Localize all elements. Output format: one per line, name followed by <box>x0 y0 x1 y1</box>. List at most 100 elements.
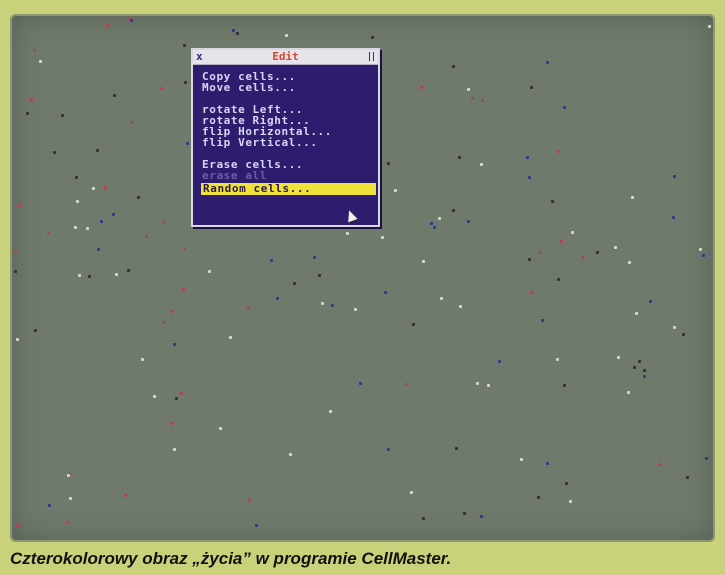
life-cell <box>145 235 148 238</box>
resize-handle-icon[interactable] <box>369 52 374 61</box>
life-cell <box>530 86 533 89</box>
life-cell <box>88 275 91 278</box>
life-cell <box>673 326 676 329</box>
life-cell <box>556 358 559 361</box>
life-cell <box>471 97 474 100</box>
monitor-screen: x Edit Copy cells... Move cells... rotat… <box>10 14 715 542</box>
life-cell <box>635 312 638 315</box>
life-cell <box>137 196 140 199</box>
life-cell <box>354 308 357 311</box>
life-cell <box>96 149 99 152</box>
life-cell <box>97 248 100 251</box>
life-cell <box>289 453 292 456</box>
life-cell <box>131 121 134 124</box>
life-cell <box>173 343 176 346</box>
life-cell <box>173 448 176 451</box>
life-cell <box>16 524 19 527</box>
life-cell <box>699 248 702 251</box>
life-cell <box>563 384 566 387</box>
life-cell <box>381 236 384 239</box>
life-cell <box>14 251 17 254</box>
life-cell <box>384 291 387 294</box>
life-cell <box>112 213 115 216</box>
menu-item-list: Copy cells... Move cells... rotate Left.… <box>193 65 378 195</box>
life-cell <box>86 227 89 230</box>
life-cell <box>153 395 156 398</box>
life-cell <box>104 186 107 189</box>
menu-titlebar[interactable]: x Edit <box>193 50 378 65</box>
life-cell <box>30 98 33 101</box>
life-cell <box>526 156 529 159</box>
life-cell <box>539 251 542 254</box>
life-cell <box>708 25 711 28</box>
life-cell <box>329 410 332 413</box>
life-cell <box>480 163 483 166</box>
life-cell <box>627 391 630 394</box>
caption-bar: Czterokolorowy obraz „życia” w programie… <box>0 542 725 575</box>
life-cell <box>321 302 324 305</box>
life-cell <box>69 497 72 500</box>
life-cell <box>569 500 572 503</box>
life-cell <box>293 282 296 285</box>
life-cell <box>67 474 70 477</box>
menu-item-move-cells[interactable]: Move cells... <box>193 82 378 93</box>
life-cell <box>565 482 568 485</box>
life-cell <box>183 44 186 47</box>
life-cell <box>182 288 185 291</box>
life-cell <box>546 462 549 465</box>
life-cell <box>673 175 676 178</box>
life-cell <box>106 24 109 27</box>
life-cell <box>530 291 533 294</box>
life-cell <box>581 256 584 259</box>
life-cell <box>14 270 17 273</box>
life-cell <box>76 200 79 203</box>
life-cell <box>248 499 251 502</box>
life-cell <box>141 358 144 361</box>
life-cell <box>458 156 461 159</box>
life-cell <box>232 29 235 32</box>
life-cell <box>682 333 685 336</box>
life-cell <box>705 457 708 460</box>
life-cell <box>318 274 321 277</box>
life-cell <box>163 321 166 324</box>
life-cell <box>430 222 433 225</box>
life-cell <box>557 278 560 281</box>
life-cell <box>180 392 183 395</box>
figure-caption: Czterokolorowy obraz „życia” w programie… <box>10 549 452 568</box>
menu-item-erase-all: erase all <box>202 169 268 182</box>
life-cell <box>412 323 415 326</box>
menu-item-random-cells[interactable]: Random cells... <box>201 183 376 195</box>
life-cell <box>422 260 425 263</box>
life-cell <box>528 258 531 261</box>
life-cell <box>643 375 646 378</box>
life-cell <box>387 448 390 451</box>
life-cell <box>160 87 163 90</box>
life-cell <box>113 94 116 97</box>
life-cell <box>255 524 258 527</box>
life-cell <box>285 34 288 37</box>
life-cell <box>124 494 127 497</box>
life-cell <box>433 226 436 229</box>
life-cell <box>643 369 646 372</box>
life-cell <box>171 310 174 313</box>
life-cell <box>276 297 279 300</box>
life-cell <box>92 187 95 190</box>
life-cell <box>649 300 652 303</box>
edit-menu-window: x Edit Copy cells... Move cells... rotat… <box>191 48 380 227</box>
life-cell <box>702 254 705 257</box>
life-cell <box>394 189 397 192</box>
life-cell <box>541 319 544 322</box>
life-cell <box>455 447 458 450</box>
menu-item-flip-vertical[interactable]: flip Vertical... <box>193 137 378 148</box>
life-cell <box>78 274 81 277</box>
life-cell <box>34 329 37 332</box>
life-cell <box>33 49 36 52</box>
photo-frame: x Edit Copy cells... Move cells... rotat… <box>0 0 725 575</box>
life-cell <box>371 36 374 39</box>
life-cell <box>563 106 566 109</box>
life-cell <box>346 232 349 235</box>
life-cell <box>551 200 554 203</box>
life-cell <box>546 61 549 64</box>
life-cell <box>596 251 599 254</box>
life-cell <box>560 240 563 243</box>
